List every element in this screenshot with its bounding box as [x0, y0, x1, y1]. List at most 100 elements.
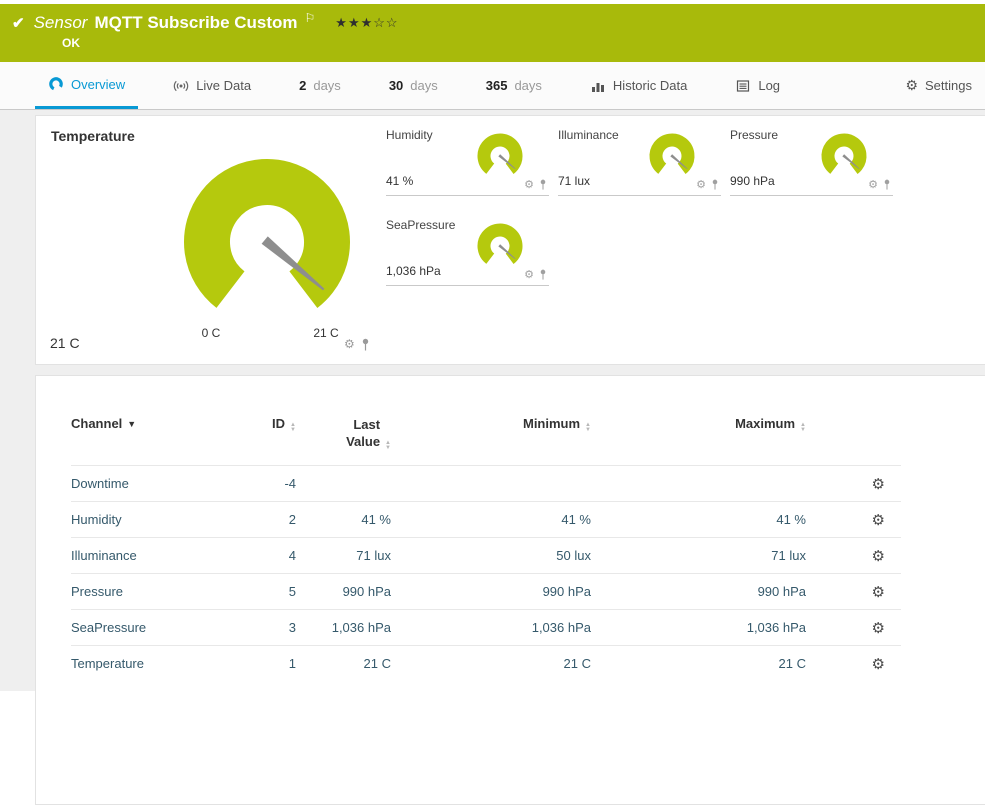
tab-365-days[interactable]: 365 days [473, 62, 555, 109]
tab-log[interactable]: Log [722, 62, 793, 109]
cell-channel: Temperature [71, 646, 251, 682]
tab-settings[interactable]: ⚙ Settings [892, 62, 985, 109]
pin-icon[interactable] [361, 338, 370, 351]
gauge-value: 1,036 hPa [386, 264, 441, 278]
cell-settings: ⚙ [806, 574, 901, 610]
gauge-scale-max: 21 C [302, 326, 350, 340]
table-row: Illuminance 4 71 lux 50 lux 71 lux ⚙ [71, 538, 901, 574]
cell-channel: Pressure [71, 574, 251, 610]
cell-id: 2 [251, 502, 296, 538]
page-title: MQTT Subscribe Custom [94, 13, 297, 33]
gauge-value: 71 lux [558, 174, 590, 188]
log-icon [735, 78, 751, 94]
cell-channel: Illuminance [71, 538, 251, 574]
cell-last-value: 990 hPa [296, 574, 391, 610]
channel-link[interactable]: SeaPressure [71, 620, 146, 635]
gauge-settings-icon[interactable]: ⚙ [344, 337, 355, 351]
cell-maximum [591, 466, 806, 502]
tab-live-data[interactable]: Live Data [160, 62, 264, 109]
gauge-widget-seapressure: SeaPressure 1,036 hPa ⚙ [386, 218, 549, 286]
stars-filled: ★★★ [335, 15, 373, 30]
pin-icon[interactable] [539, 269, 547, 280]
gauge-widget-humidity: Humidity 41 % ⚙ [386, 128, 549, 196]
cell-channel: Humidity [71, 502, 251, 538]
channel-link[interactable]: Downtime [71, 476, 129, 491]
table-row: Humidity 2 41 % 41 % 41 % ⚙ [71, 502, 901, 538]
pin-icon[interactable] [539, 179, 547, 190]
tab-label: Log [758, 78, 780, 93]
channel-link[interactable]: Pressure [71, 584, 123, 599]
gauge-settings-icon[interactable]: ⚙ [524, 178, 534, 191]
column-header-id[interactable]: ID▲▼ [251, 416, 296, 466]
gauge-settings-icon[interactable]: ⚙ [524, 268, 534, 281]
channel-link[interactable]: Temperature [71, 656, 144, 671]
sensor-page: ✔ Sensor MQTT Subscribe Custom ⚐ ★★★☆☆ O… [0, 0, 985, 691]
cell-last-value: 41 % [296, 502, 391, 538]
gauge-widget-pressure: Pressure 990 hPa ⚙ [730, 128, 893, 196]
column-header-maximum[interactable]: Maximum▲▼ [591, 416, 806, 466]
cell-channel: Downtime [71, 466, 251, 502]
channel-settings-icon[interactable]: ⚙ [872, 656, 885, 673]
column-header-last-value[interactable]: Last Value▲▼ [296, 416, 391, 466]
tab-30-days[interactable]: 30 days [376, 62, 451, 109]
gauge-scale-min: 0 C [190, 326, 232, 340]
gauge-settings-icon[interactable]: ⚙ [868, 178, 878, 191]
cell-settings: ⚙ [806, 646, 901, 682]
column-header-minimum[interactable]: Minimum▲▼ [391, 416, 591, 466]
flag-icon[interactable]: ⚐ [305, 11, 316, 25]
cell-id: 3 [251, 610, 296, 646]
sort-icon: ▲▼ [290, 423, 296, 433]
channel-settings-icon[interactable]: ⚙ [872, 548, 885, 565]
cell-settings: ⚙ [806, 538, 901, 574]
caret-down-icon: ▼ [127, 419, 136, 429]
cell-minimum [391, 466, 591, 502]
sensor-header: ✔ Sensor MQTT Subscribe Custom ⚐ ★★★☆☆ O… [0, 4, 985, 62]
cell-maximum: 990 hPa [591, 574, 806, 610]
cell-settings: ⚙ [806, 502, 901, 538]
cell-maximum: 21 C [591, 646, 806, 682]
tab-unit: days [313, 78, 340, 93]
content-area: Temperature 0 C 21 C 21 C ⚙ Humidity [0, 110, 985, 691]
channel-link[interactable]: Illuminance [71, 548, 137, 563]
tab-label: Overview [71, 77, 125, 92]
gauges-card: Temperature 0 C 21 C 21 C ⚙ Humidity [35, 115, 985, 365]
main-gauge-controls: ⚙ [344, 337, 370, 351]
status-check-icon: ✔ [12, 14, 25, 32]
gauge-settings-icon[interactable]: ⚙ [696, 178, 706, 191]
priority-rating[interactable]: ★★★☆☆ [335, 15, 398, 31]
small-gauge [818, 130, 870, 182]
tab-label: Live Data [196, 78, 251, 93]
cell-maximum: 1,036 hPa [591, 610, 806, 646]
gauge-name: Pressure [730, 128, 778, 142]
small-gauge [474, 220, 526, 272]
cell-id: 1 [251, 646, 296, 682]
cell-last-value: 71 lux [296, 538, 391, 574]
live-data-icon [173, 78, 189, 94]
sort-icon: ▲▼ [800, 423, 806, 433]
table-row: Pressure 5 990 hPa 990 hPa 990 hPa ⚙ [71, 574, 901, 610]
settings-icon: ⚙ [905, 77, 918, 94]
tab-historic-data[interactable]: Historic Data [577, 62, 700, 109]
cell-last-value: 1,036 hPa [296, 610, 391, 646]
main-gauge-title: Temperature [51, 128, 135, 144]
status-badge: OK [62, 36, 80, 50]
main-gauge [175, 150, 359, 334]
gauge-widget-illuminance: Illuminance 71 lux ⚙ [558, 128, 721, 196]
historic-data-icon [590, 78, 606, 94]
gauge-name: SeaPressure [386, 218, 455, 232]
channel-settings-icon[interactable]: ⚙ [872, 512, 885, 529]
channel-link[interactable]: Humidity [71, 512, 122, 527]
pin-icon[interactable] [883, 179, 891, 190]
table-row: SeaPressure 3 1,036 hPa 1,036 hPa 1,036 … [71, 610, 901, 646]
channel-settings-icon[interactable]: ⚙ [872, 620, 885, 637]
column-header-channel[interactable]: Channel▼ [71, 416, 251, 466]
tab-2-days[interactable]: 2 days [286, 62, 354, 109]
channels-card: Channel▼ ID▲▼ Last Value▲▼ Minimum▲▼ Max [35, 375, 985, 805]
channel-settings-icon[interactable]: ⚙ [872, 476, 885, 493]
object-kind-label: Sensor [34, 13, 88, 33]
channel-settings-icon[interactable]: ⚙ [872, 584, 885, 601]
pin-icon[interactable] [711, 179, 719, 190]
small-gauges-grid: Humidity 41 % ⚙ Illuminance [386, 128, 893, 286]
tab-overview[interactable]: Overview [35, 62, 138, 109]
cell-minimum: 41 % [391, 502, 591, 538]
